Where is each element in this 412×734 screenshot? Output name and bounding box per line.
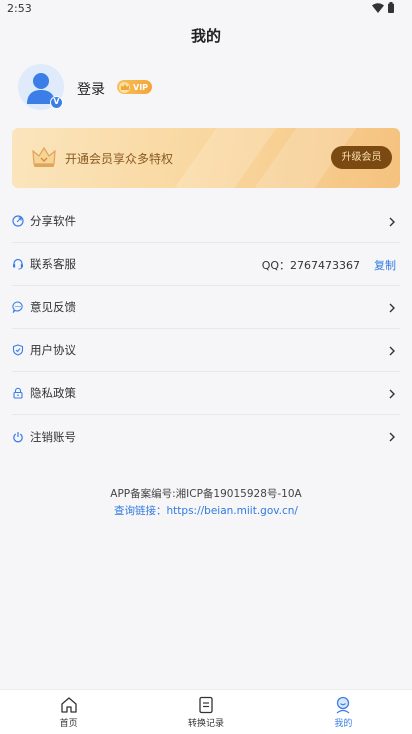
- chevron-right-icon: [389, 217, 395, 226]
- copy-qq-button[interactable]: 复制: [374, 257, 396, 273]
- menu-item-label: 联系客服: [30, 257, 76, 271]
- nav-label: 我的: [334, 719, 353, 729]
- menu-item-feedback[interactable]: 意见反馈: [12, 286, 400, 329]
- upgrade-member-button[interactable]: 升级会员: [331, 146, 392, 169]
- power-icon: [12, 431, 24, 443]
- chevron-right-icon: [389, 346, 395, 355]
- menu-item-share[interactable]: 分享软件: [12, 200, 400, 243]
- nav-mine[interactable]: 我的: [275, 690, 412, 734]
- status-bar: 2:53: [0, 0, 412, 18]
- nav-home[interactable]: 首页: [0, 690, 137, 734]
- vip-banner[interactable]: 开通会员享众多特权 升级会员: [12, 128, 400, 188]
- profile-icon: [336, 696, 350, 714]
- page-title: 我的: [190, 27, 221, 45]
- chevron-right-icon: [389, 389, 395, 398]
- menu-item-label: 用户协议: [30, 343, 76, 357]
- nav-conversion-records[interactable]: 转换记录: [137, 690, 274, 734]
- lock-icon: [12, 387, 24, 399]
- menu-item-label: 分享软件: [30, 214, 76, 228]
- status-icons: [372, 2, 394, 13]
- chevron-right-icon: [389, 432, 395, 441]
- crown-icon: [32, 146, 56, 167]
- status-time: 2:53: [7, 2, 32, 15]
- document-icon: [199, 696, 213, 714]
- menu-item-user-agreement[interactable]: 用户协议: [12, 329, 400, 372]
- verified-badge: V: [50, 96, 63, 109]
- menu-item-label: 意见反馈: [30, 300, 76, 314]
- login-link[interactable]: 登录: [77, 79, 105, 99]
- menu-item-label: 注销账号: [30, 429, 76, 444]
- menu-item-customer-service[interactable]: 联系客服 QQ：2767473367 复制: [12, 243, 400, 286]
- icp-record-number: APP备案编号:湘ICP备19015928号-10A: [110, 488, 302, 500]
- vip-badge: VIP: [117, 80, 152, 94]
- nav-label: 首页: [59, 719, 78, 729]
- vip-banner-text: 开通会员享众多特权: [65, 152, 174, 166]
- home-icon: [61, 697, 77, 713]
- bottom-nav: 首页 转换记录 我的: [0, 689, 412, 734]
- qq-number: QQ：2767473367: [261, 258, 360, 272]
- menu-item-label: 隐私政策: [30, 386, 76, 400]
- share-icon: [12, 215, 24, 227]
- chat-bubble-icon: [12, 301, 24, 313]
- menu-item-delete-account[interactable]: 注销账号: [12, 415, 400, 458]
- menu-item-privacy-policy[interactable]: 隐私政策: [12, 372, 400, 415]
- nav-label: 转换记录: [187, 719, 224, 729]
- vip-crown-mini-icon: [119, 81, 130, 93]
- shield-check-icon: [12, 344, 24, 356]
- vip-badge-label: VIP: [133, 82, 149, 92]
- wifi-icon: [372, 2, 384, 13]
- icp-query-link[interactable]: 查询链接：https://beian.miit.gov.cn/: [0, 503, 412, 518]
- battery-icon: [388, 2, 394, 13]
- chevron-right-icon: [389, 303, 395, 312]
- settings-menu: 分享软件 联系客服 QQ：2767473367 复制 意见反馈 用户协议 隐私政…: [12, 200, 400, 458]
- headset-icon: [12, 258, 24, 270]
